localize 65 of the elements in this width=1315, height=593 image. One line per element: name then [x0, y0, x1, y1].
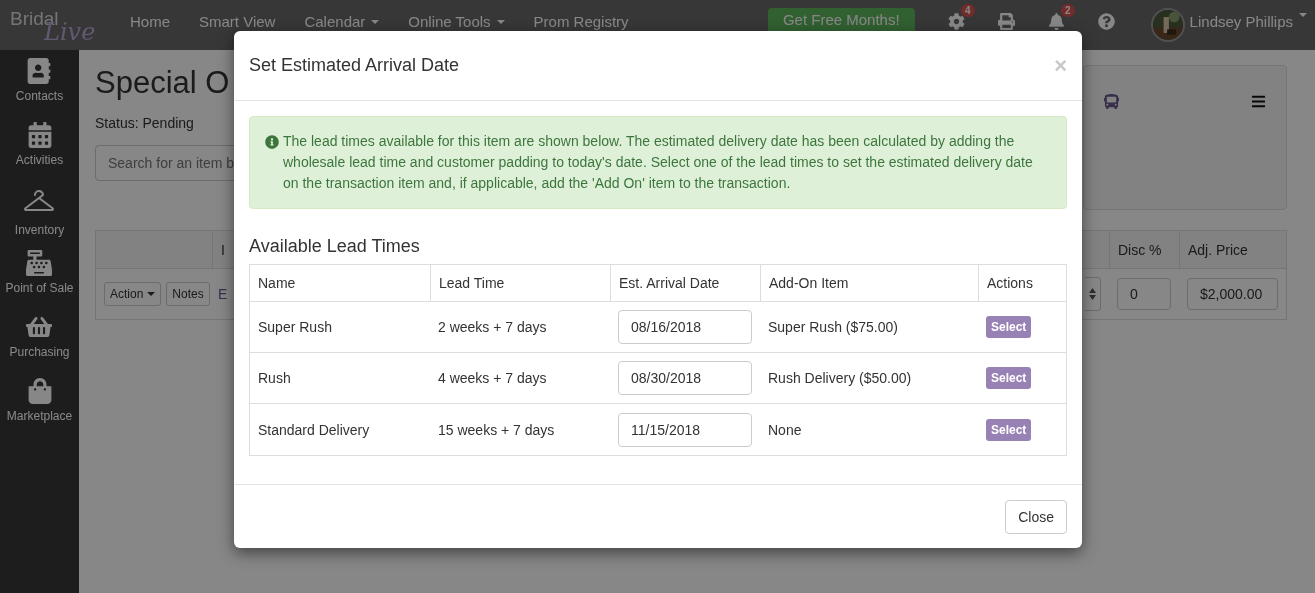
column-header: Name [258, 275, 296, 291]
shopping-bag-icon [26, 378, 53, 404]
price-field[interactable]: $2,000.00 [1187, 278, 1278, 310]
table-cell: Standard Delivery [258, 421, 370, 438]
table-cell: None [768, 421, 802, 438]
nav-link[interactable]: Online Tools [408, 13, 505, 30]
settings-icon[interactable] [947, 13, 965, 30]
info-icon [265, 135, 279, 149]
action-button[interactable]: Action [104, 282, 162, 306]
column-header: I [221, 241, 225, 258]
select-button[interactable]: Select [986, 316, 1032, 338]
select-button[interactable]: Select [986, 367, 1032, 389]
table-cell: 4 weeks + 7 days [438, 370, 547, 386]
user-menu[interactable]: Lindsey Phillips [1189, 13, 1293, 30]
nav-link[interactable]: Prom Registry [533, 13, 629, 30]
discount-field[interactable]: 0 [1117, 278, 1171, 310]
nav-link[interactable]: Smart View [199, 13, 276, 30]
sidebar-item[interactable]: Inventory [14, 186, 65, 250]
bus-icon[interactable] [1104, 94, 1119, 109]
column-header: Lead Time [439, 275, 505, 291]
column-header: Disc % [1118, 241, 1162, 258]
column-header: Est. Arrival Date [619, 275, 720, 291]
sidebar-item[interactable]: Contacts [15, 58, 64, 122]
date-field[interactable]: 08/30/2018 [618, 361, 752, 395]
caret-icon [371, 19, 380, 24]
count-badge: 2 [1061, 4, 1075, 17]
printer-icon[interactable] [997, 13, 1015, 30]
caret-icon [1299, 13, 1307, 17]
date-field[interactable]: 11/15/2018 [618, 412, 752, 447]
select-button[interactable]: Select [986, 418, 1032, 441]
table-cell: Super Rush [258, 319, 332, 335]
count-badge: 4 [961, 4, 975, 17]
page-title: Special O [95, 65, 231, 101]
sidebar-item[interactable]: Point of Sale [5, 250, 74, 314]
cash-register-icon [26, 250, 53, 276]
bell-icon[interactable] [1047, 13, 1065, 30]
notes-button[interactable]: Notes [166, 282, 210, 306]
modal-title: Set Estimated Arrival Date [249, 55, 460, 76]
address-book-icon [26, 58, 53, 84]
up-down-arrows-icon[interactable] [1089, 288, 1096, 300]
table-cell: Rush Delivery ($50.00) [768, 370, 912, 386]
sidebar-item[interactable]: Marketplace [6, 378, 73, 442]
table-cell: Rush [258, 370, 291, 386]
table-cell: Super Rush ($75.00) [768, 319, 898, 335]
calendar-icon [26, 122, 53, 148]
date-field[interactable]: 08/16/2018 [618, 310, 752, 344]
status-text: Status: Pending [95, 115, 195, 131]
table-cell: 2 weeks + 7 days [438, 319, 547, 335]
table-cell: 15 weeks + 7 days [438, 421, 555, 438]
column-header: Add-On Item [769, 275, 849, 291]
sidebar-item[interactable]: Purchasing [9, 314, 70, 378]
nav-link[interactable]: Calendar [304, 13, 380, 30]
section-title: Available Lead Times [249, 236, 421, 257]
caret-icon [496, 19, 505, 24]
column-header: Actions [987, 275, 1033, 291]
basket-icon [26, 314, 53, 340]
menu-icon[interactable] [1251, 94, 1266, 109]
help-icon[interactable] [1097, 13, 1115, 30]
sidebar-item[interactable]: Activities [15, 122, 64, 186]
caret-icon [147, 292, 156, 296]
item-link[interactable]: E [218, 286, 228, 302]
alert-text: The lead times available for this item are shown below. The estimated delivery date has been calculated by adding the wholesale lead time and customer padding to today's date. Select one of the lead times to set the estimated delivery date on the transaction item and, if applicable, add the 'Add On' item to the transaction. [283, 132, 1034, 193]
column-header: Adj. Price [1188, 241, 1248, 258]
nav-link[interactable]: Home [130, 13, 170, 30]
close-button[interactable]: Close [1005, 499, 1067, 534]
